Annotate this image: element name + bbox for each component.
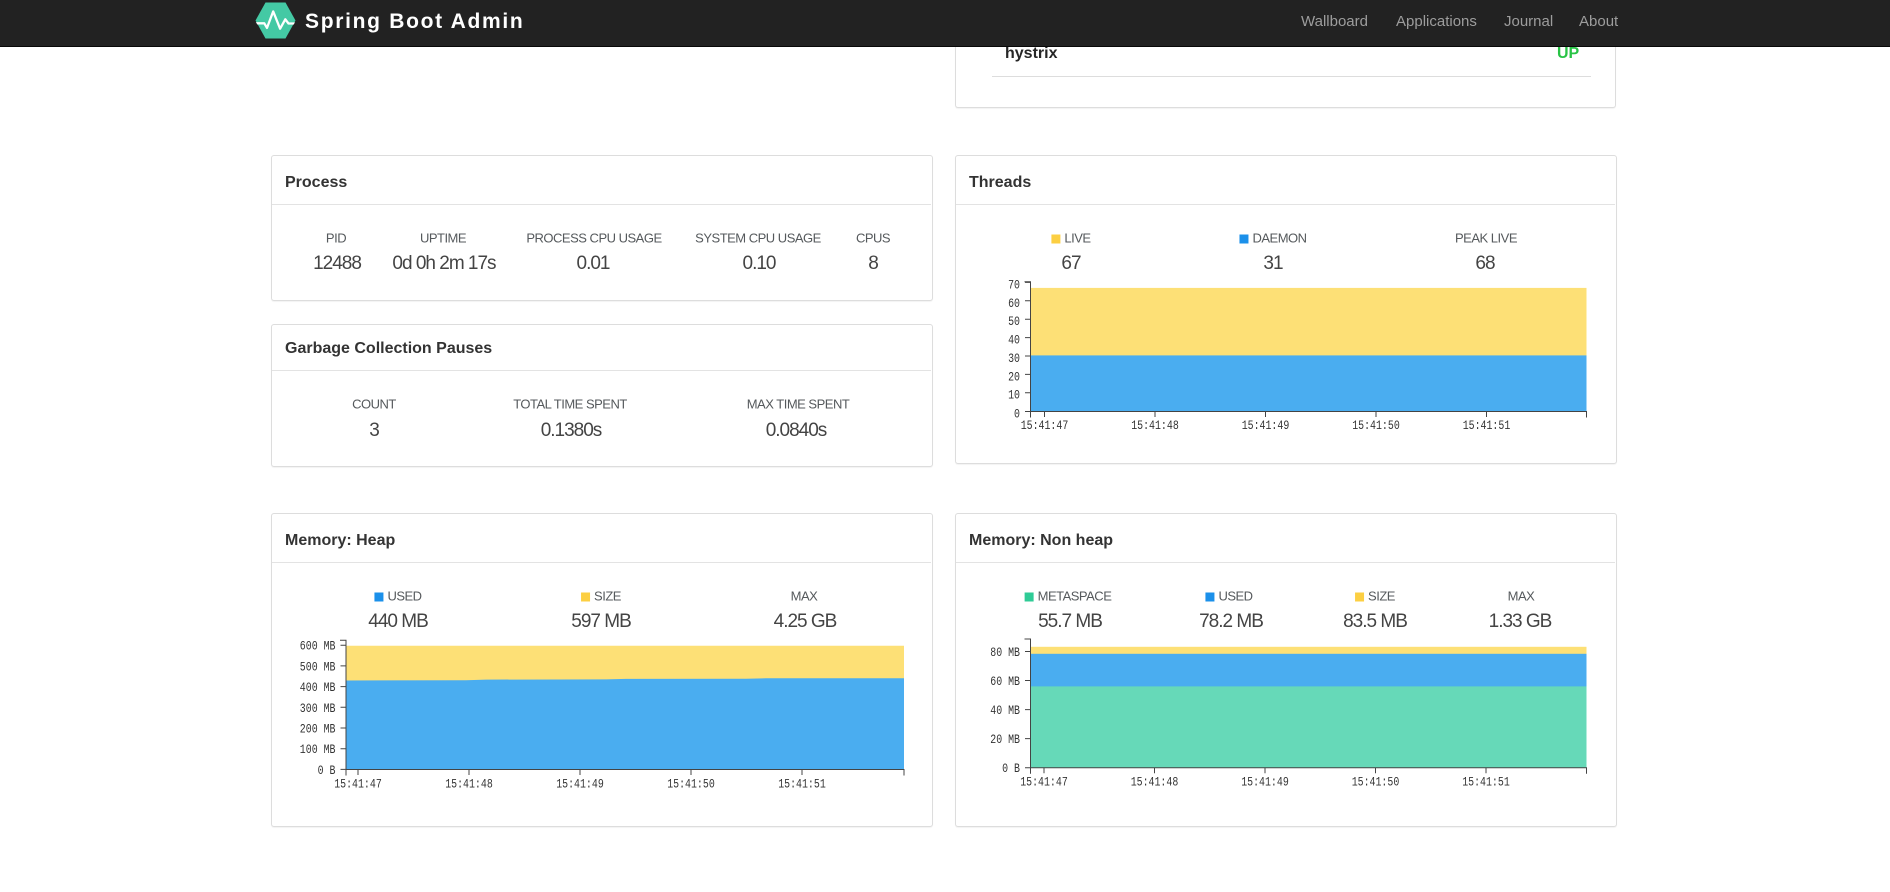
- svg-text:300 MB: 300 MB: [300, 701, 336, 716]
- svg-text:20: 20: [1008, 369, 1020, 384]
- svg-text:40: 40: [1008, 333, 1020, 348]
- svg-text:0: 0: [1014, 407, 1020, 422]
- svg-text:40 MB: 40 MB: [990, 703, 1020, 718]
- svg-text:15:41:49: 15:41:49: [556, 777, 604, 792]
- svg-text:30: 30: [1008, 351, 1020, 366]
- svg-text:15:41:48: 15:41:48: [445, 777, 493, 792]
- svg-text:15:41:49: 15:41:49: [1242, 418, 1290, 433]
- svg-text:15:41:48: 15:41:48: [1131, 775, 1179, 790]
- svg-text:15:41:49: 15:41:49: [1241, 775, 1289, 790]
- svg-text:70: 70: [1008, 277, 1020, 292]
- svg-text:15:41:50: 15:41:50: [1352, 775, 1400, 790]
- svg-text:80 MB: 80 MB: [990, 645, 1020, 660]
- svg-text:15:41:47: 15:41:47: [1020, 775, 1068, 790]
- svg-text:15:41:47: 15:41:47: [334, 777, 382, 792]
- svg-text:100 MB: 100 MB: [300, 742, 336, 757]
- svg-text:0 B: 0 B: [318, 763, 336, 778]
- svg-text:200 MB: 200 MB: [300, 722, 336, 737]
- svg-text:15:41:50: 15:41:50: [1352, 418, 1400, 433]
- svg-text:50: 50: [1008, 314, 1020, 329]
- svg-text:15:41:51: 15:41:51: [1463, 418, 1511, 433]
- svg-text:10: 10: [1008, 388, 1020, 403]
- svg-text:60 MB: 60 MB: [990, 674, 1020, 689]
- svg-text:500 MB: 500 MB: [300, 659, 336, 674]
- svg-text:15:41:51: 15:41:51: [778, 777, 826, 792]
- svg-text:0 B: 0 B: [1002, 761, 1020, 776]
- svg-text:600 MB: 600 MB: [300, 639, 336, 654]
- svg-text:400 MB: 400 MB: [300, 680, 336, 695]
- svg-text:15:41:51: 15:41:51: [1462, 775, 1510, 790]
- svg-text:15:41:48: 15:41:48: [1131, 418, 1179, 433]
- svg-text:20 MB: 20 MB: [990, 732, 1020, 747]
- svg-text:15:41:47: 15:41:47: [1021, 418, 1069, 433]
- svg-text:60: 60: [1008, 296, 1020, 311]
- svg-text:15:41:50: 15:41:50: [667, 777, 715, 792]
